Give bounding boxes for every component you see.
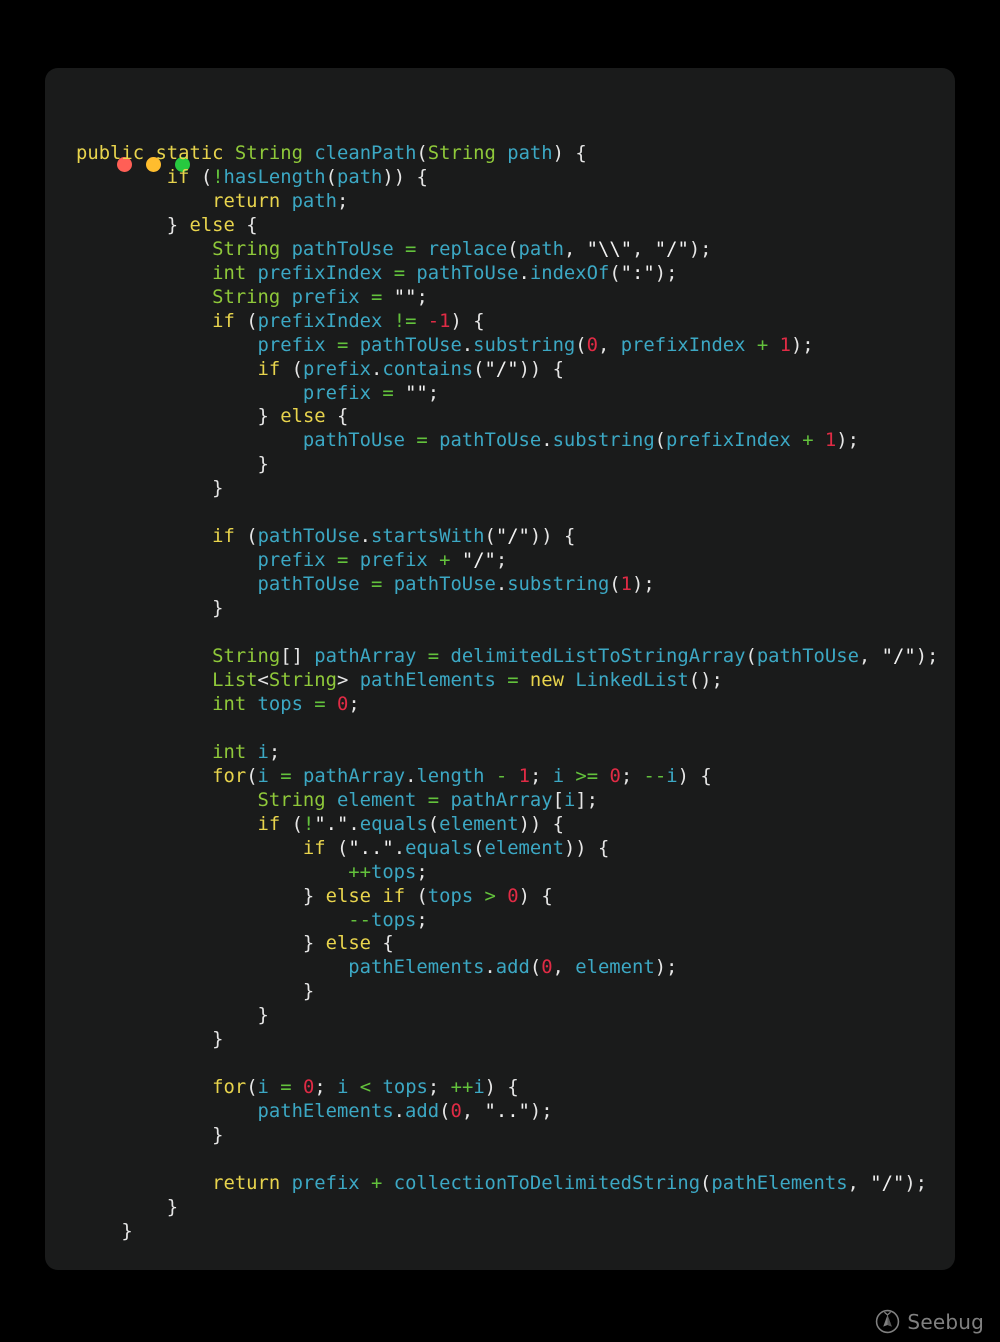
bug-in-circle-icon [875, 1309, 900, 1334]
code-block: public static String cleanPath(String pa… [76, 143, 939, 1242]
code-area[interactable]: public static String cleanPath(String pa… [76, 142, 945, 1260]
watermark-label: Seebug [907, 1309, 984, 1334]
seebug-watermark: Seebug [875, 1309, 984, 1334]
screenshot-root: public static String cleanPath(String pa… [0, 0, 1000, 1342]
code-window: public static String cleanPath(String pa… [45, 68, 955, 1270]
window-titlebar [45, 68, 955, 126]
